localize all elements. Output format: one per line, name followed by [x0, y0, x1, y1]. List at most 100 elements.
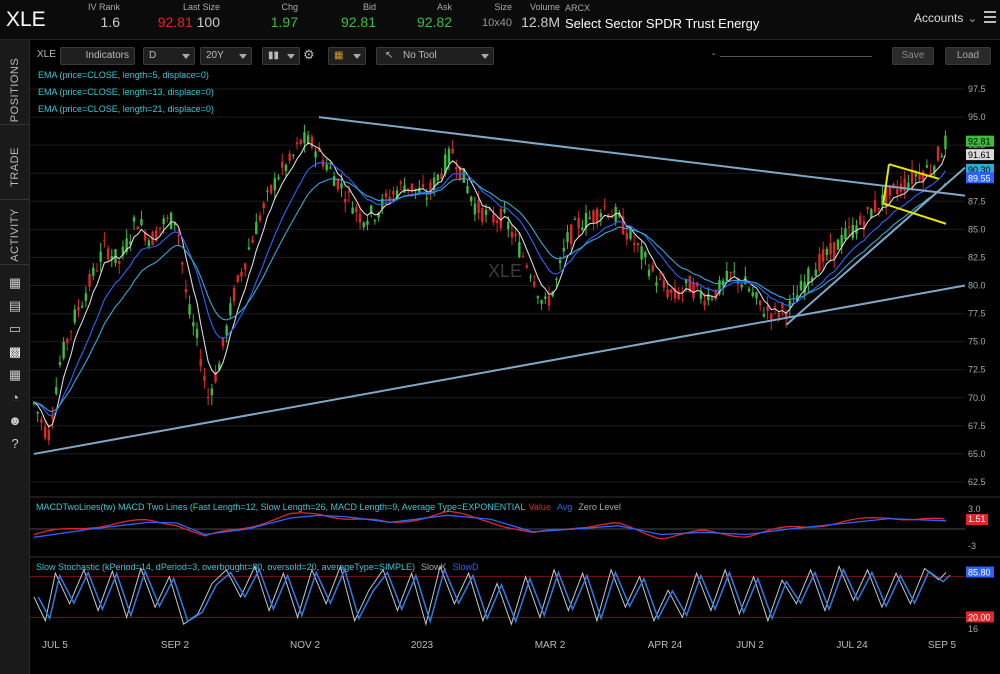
candle-body	[833, 242, 836, 259]
study-legends: EMA (price=CLOSE, length=5, displace=0) …	[38, 70, 214, 114]
size-label: Size	[494, 2, 512, 12]
indicators-label: Indicators	[85, 50, 129, 61]
change: Chg 1.97	[262, 2, 298, 30]
candle-body	[484, 209, 488, 215]
instrument-name: ARCX Select Sector SPDR Trust Energy	[565, 3, 759, 31]
tab-positions[interactable]: POSITIONS	[0, 55, 30, 125]
candle-body	[314, 151, 317, 158]
calendar-icon[interactable]: ▦	[7, 275, 23, 290]
ask: Ask 92.82	[410, 2, 452, 30]
stoch-legend-text[interactable]: Slow Stochastic (kPeriod=14, dPeriod=3, …	[36, 562, 479, 572]
candle-body	[43, 426, 47, 439]
macd-value-legend: Value	[529, 502, 551, 512]
candle-body	[703, 300, 706, 306]
time-tick-label: JUL 24	[836, 640, 868, 651]
people-icon[interactable]: ☻	[7, 413, 23, 428]
gauge-icon[interactable]: ◔	[7, 390, 23, 405]
candle-body	[532, 281, 536, 287]
candle-body	[558, 260, 562, 264]
candle-body	[792, 293, 795, 295]
macd-tick-label: 3.0	[968, 504, 981, 514]
indicators-button[interactable]: Indicators	[60, 47, 135, 65]
candle-body	[755, 292, 758, 299]
candle-body	[40, 419, 43, 423]
price-tick-label: 62.5	[968, 477, 986, 487]
candle-body	[518, 242, 521, 258]
save-button[interactable]: Save	[892, 47, 934, 65]
price-badge-label: 92.81	[968, 137, 991, 147]
candle-body	[80, 305, 84, 308]
chevron-down-icon: ⌄	[967, 11, 978, 25]
candle-body	[69, 331, 73, 333]
candle-body	[147, 240, 151, 247]
chart-style-select[interactable]: ▮▮	[262, 47, 300, 65]
macd-legend-params: MACDTwoLines(tw) MACD Two Lines (Fast Le…	[36, 502, 525, 512]
candle-body	[658, 278, 662, 280]
chart-icon[interactable]: ▩	[7, 344, 23, 359]
macd-avg-legend: Avg	[557, 502, 572, 512]
range-select[interactable]: 20Y	[200, 47, 252, 65]
candle-body	[162, 218, 165, 225]
symbol-title[interactable]: XLE	[6, 8, 46, 32]
candle-body	[844, 228, 847, 240]
drawing-tool-select[interactable]: ↖ No Tool	[376, 47, 494, 65]
candle-body	[670, 289, 673, 293]
candle-body	[644, 252, 647, 258]
candle-body	[944, 135, 947, 150]
tab-activity[interactable]: ACTIVITY	[0, 205, 30, 265]
menu-icon[interactable]	[984, 11, 996, 23]
candle-body	[329, 167, 332, 169]
ema21-legend[interactable]: EMA (price=CLOSE, length=21, displace=0)	[38, 104, 214, 114]
tab-activity-label: ACTIVITY	[9, 207, 21, 262]
candle-body	[362, 222, 365, 228]
ema5-legend[interactable]: EMA (price=CLOSE, length=5, displace=0)	[38, 70, 209, 80]
gear-icon[interactable]: ⚙	[303, 47, 321, 65]
zoom-slider[interactable]	[720, 56, 872, 57]
candle-body	[88, 273, 91, 287]
candle-body	[73, 309, 76, 323]
candle-body	[651, 265, 654, 272]
macd-legend-text[interactable]: MACDTwoLines(tw) MACD Two Lines (Fast Le…	[36, 502, 621, 512]
description-label: Select Sector SPDR Trust Energy	[565, 16, 760, 31]
ema13-legend[interactable]: EMA (price=CLOSE, length=13, displace=0)	[38, 87, 214, 97]
left-sidebar: POSITIONS TRADE ACTIVITY ▦ ▤ ▭ ▩ ▦ ◔ ☻ ?	[0, 40, 30, 674]
drawing-style-select[interactable]: ▦	[328, 47, 366, 65]
zoom-out-button[interactable]: -	[707, 47, 719, 65]
candle-body	[751, 292, 754, 296]
candle-body	[358, 213, 362, 223]
change-value: 1.97	[270, 14, 298, 30]
help-icon[interactable]: ?	[7, 436, 23, 451]
candle-body	[421, 184, 425, 188]
bid-label: Bid	[362, 2, 376, 12]
candle-body	[236, 275, 239, 282]
candle-body	[773, 306, 777, 308]
price-tick-label: 80.0	[968, 281, 986, 291]
candle-body	[536, 296, 540, 299]
accounts-dropdown[interactable]: Accounts ⌄	[914, 11, 977, 25]
dropdown-arrow-icon	[239, 54, 247, 59]
candle-body	[225, 325, 228, 336]
price-tick-label: 65.0	[968, 449, 986, 459]
candle-body	[436, 174, 440, 181]
tab-trade[interactable]: TRADE	[0, 135, 30, 200]
aggregation-select[interactable]: D	[143, 47, 195, 65]
time-axis: JUL 5 SEP 2 NOV 2 2023 MAR 2 APR 24 JUN 2 JUL 2…	[30, 636, 1000, 674]
slowk-legend: SlowK	[421, 562, 447, 572]
price-tick-label: 75.0	[968, 337, 986, 347]
candle-body	[295, 142, 299, 145]
toolbar-symbol[interactable]: XLE	[32, 47, 58, 65]
price-chart[interactable]: XLE 97.595.092.590.087.585.082.580.077.5…	[30, 69, 1000, 636]
stoch-badge-label: 85.80	[968, 568, 991, 578]
candle-body	[922, 171, 925, 181]
stoch-legend-params: Slow Stochastic (kPeriod=14, dPeriod=3, …	[36, 562, 415, 572]
grid-icon[interactable]: ▦	[7, 367, 23, 382]
candle-body	[58, 362, 62, 365]
candle-body	[232, 288, 236, 302]
candle-body	[332, 176, 336, 186]
candle-body	[425, 197, 428, 200]
tv-icon[interactable]: ▭	[7, 321, 23, 336]
candle-body	[292, 155, 295, 157]
candle-body	[336, 178, 340, 190]
news-icon[interactable]: ▤	[7, 298, 23, 313]
load-button[interactable]: Load	[945, 47, 991, 65]
